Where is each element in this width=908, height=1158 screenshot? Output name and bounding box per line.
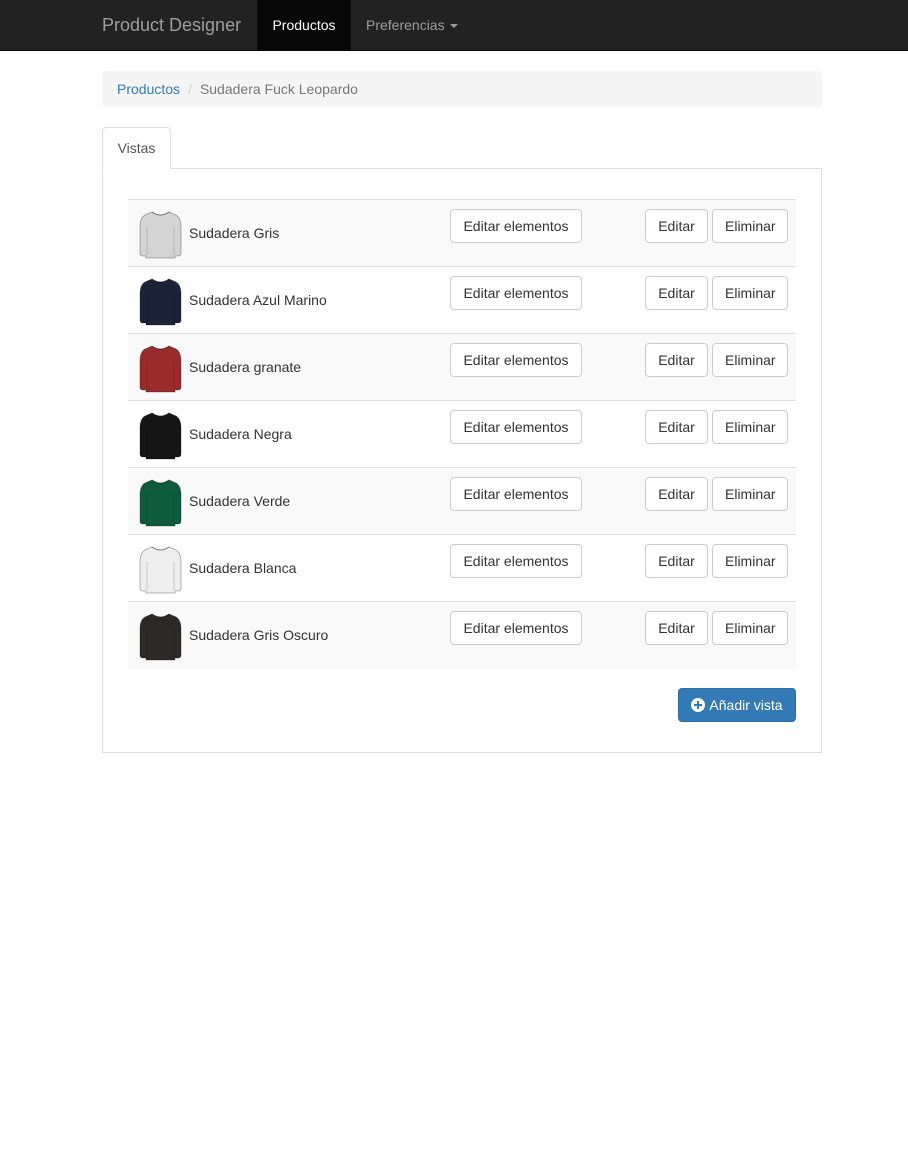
breadcrumb-current: Sudadera Fuck Leopardo — [199, 81, 358, 97]
table-row: Sudadera Blanca Editar elementos Editar Eli… — [128, 535, 796, 602]
edit-elements-button[interactable]: Editar elementos — [450, 276, 582, 310]
delete-button[interactable]: Eliminar — [712, 410, 788, 444]
view-name: Sudadera Gris — [189, 225, 280, 241]
delete-button[interactable]: Eliminar — [712, 343, 788, 377]
breadcrumb: Productos / Sudadera Fuck Leopardo — [102, 71, 822, 107]
delete-button[interactable]: Eliminar — [712, 209, 788, 243]
edit-elements-button[interactable]: Editar elementos — [450, 410, 582, 444]
sweatshirt-thumbnail — [138, 209, 183, 259]
delete-button[interactable]: Eliminar — [712, 611, 788, 645]
view-name: Sudadera Verde — [189, 493, 291, 509]
table-row: Sudadera Gris Editar elementos Editar Elimi… — [128, 200, 796, 267]
edit-button[interactable]: Editar — [645, 343, 708, 377]
sweatshirt-thumbnail — [138, 477, 183, 527]
table-row: Sudadera Negra Editar elementos Editar Elim… — [128, 401, 796, 468]
add-view-button[interactable]: Añadir vista — [678, 688, 796, 722]
edit-elements-button[interactable]: Editar elementos — [450, 209, 582, 243]
sweatshirt-thumbnail — [138, 343, 183, 393]
navbar: Product Designer Productos Preferencias — [0, 0, 908, 51]
sweatshirt-thumbnail — [138, 410, 183, 460]
table-row: Sudadera Azul Marino Editar elementos Edit… — [128, 267, 796, 334]
breadcrumb-separator: / — [188, 81, 192, 97]
nav-dropdown-label: Preferencias — [366, 17, 445, 33]
edit-elements-button[interactable]: Editar elementos — [450, 343, 582, 377]
breadcrumb-link-productos[interactable]: Productos — [117, 81, 180, 97]
delete-button[interactable]: Eliminar — [712, 544, 788, 578]
delete-button[interactable]: Eliminar — [712, 477, 788, 511]
view-name: Sudadera granate — [189, 359, 302, 375]
view-name: Sudadera Gris Oscuro — [189, 627, 329, 643]
view-name: Sudadera Negra — [189, 426, 292, 442]
nav-item-productos[interactable]: Productos — [257, 0, 351, 50]
edit-elements-button[interactable]: Editar elementos — [450, 611, 582, 645]
sweatshirt-thumbnail — [138, 276, 183, 326]
edit-button[interactable]: Editar — [645, 477, 708, 511]
brand-link[interactable]: Product Designer — [102, 0, 241, 50]
edit-button[interactable]: Editar — [645, 276, 708, 310]
views-table: Sudadera Gris Editar elementos Editar Elimi… — [128, 199, 796, 669]
caret-down-icon — [449, 24, 458, 29]
view-name: Sudadera Azul Marino — [189, 292, 327, 308]
edit-elements-button[interactable]: Editar elementos — [450, 544, 582, 578]
edit-button[interactable]: Editar — [645, 410, 708, 444]
sweatshirt-thumbnail — [138, 611, 183, 661]
add-view-label: Añadir vista — [709, 697, 783, 713]
sweatshirt-thumbnail — [138, 544, 183, 594]
nav-dropdown-preferencias[interactable]: Preferencias — [366, 0, 458, 50]
edit-elements-button[interactable]: Editar elementos — [450, 477, 582, 511]
delete-button[interactable]: Eliminar — [712, 276, 788, 310]
table-row: Sudadera granate Editar elementos Editar El… — [128, 334, 796, 401]
table-row: Sudadera Verde Editar elementos Editar Elim… — [128, 468, 796, 535]
edit-button[interactable]: Editar — [645, 209, 708, 243]
plus-circle-icon — [691, 698, 706, 712]
view-name: Sudadera Blanca — [189, 560, 297, 576]
tab-vistas[interactable]: Vistas — [102, 127, 171, 169]
edit-button[interactable]: Editar — [645, 611, 708, 645]
edit-button[interactable]: Editar — [645, 544, 708, 578]
table-row: Sudadera Gris Oscuro Editar elementos Edit… — [128, 602, 796, 669]
